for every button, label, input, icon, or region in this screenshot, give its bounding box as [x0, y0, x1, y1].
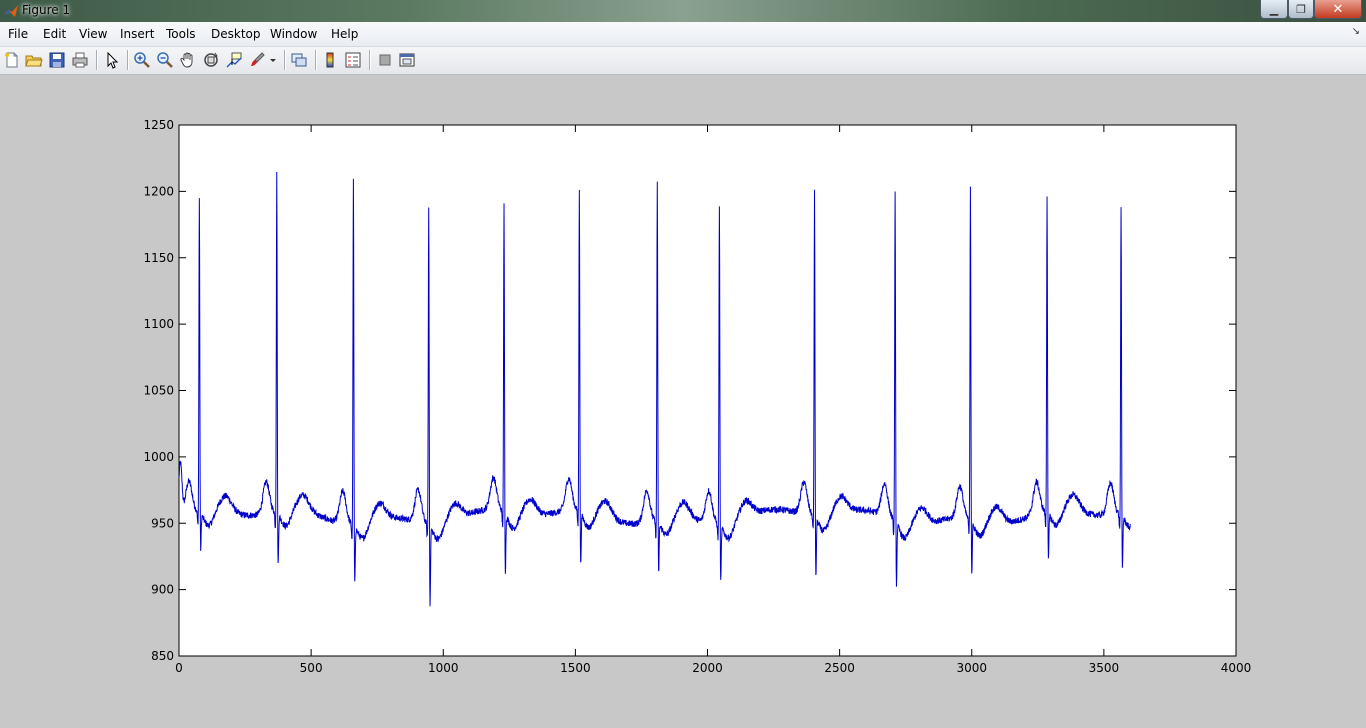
- menu-help[interactable]: Help: [331, 27, 358, 41]
- menu-desktop[interactable]: Desktop: [211, 27, 261, 41]
- y-tick-label: 950: [151, 516, 174, 530]
- toolbar-separator: [315, 50, 316, 70]
- pan-hand-icon[interactable]: [179, 51, 197, 69]
- close-icon: ✕: [1332, 1, 1344, 17]
- window-title: Figure 1: [22, 3, 71, 17]
- minimize-button[interactable]: ▁: [1260, 0, 1288, 19]
- print-icon[interactable]: [71, 51, 89, 69]
- new-figure-icon[interactable]: [3, 51, 21, 69]
- y-tick-label: 1000: [143, 450, 174, 464]
- minimize-icon: ▁: [1269, 2, 1279, 16]
- dock-figure-icon[interactable]: ↘: [1352, 26, 1360, 37]
- menu-tools[interactable]: Tools: [166, 27, 196, 41]
- x-tick-label: 2500: [824, 661, 855, 675]
- brush-icon[interactable]: [248, 51, 266, 69]
- y-tick-label: 1250: [143, 118, 174, 132]
- link-plot-icon[interactable]: [290, 51, 308, 69]
- show-plot-tools-icon[interactable]: [398, 51, 416, 69]
- y-tick-label: 1050: [143, 384, 174, 398]
- insert-legend-icon[interactable]: [344, 51, 362, 69]
- toolbar-separator: [127, 50, 128, 70]
- data-cursor-icon[interactable]: [225, 51, 243, 69]
- toolbar-separator: [284, 50, 285, 70]
- menu-view[interactable]: View: [79, 27, 107, 41]
- x-tick-label: 0: [175, 661, 183, 675]
- save-icon[interactable]: [48, 51, 66, 69]
- close-button[interactable]: ✕: [1314, 0, 1362, 19]
- y-tick-label: 1200: [143, 184, 174, 198]
- maximize-icon: ❐: [1296, 2, 1306, 16]
- open-file-icon[interactable]: [25, 51, 43, 69]
- menu-edit[interactable]: Edit: [43, 27, 66, 41]
- y-tick-label: 1100: [143, 317, 174, 331]
- y-tick-label: 900: [151, 583, 174, 597]
- menu-window[interactable]: Window: [270, 27, 317, 41]
- axes-background[interactable]: [178, 124, 1237, 657]
- plot-svg: 0 500 1000 1500 2000 2500 3000 3500 4000 850 900 9…: [143, 118, 1251, 675]
- x-tick-label: 2000: [692, 661, 723, 675]
- y-tick-labels: 850 900 950 1000 1050 1100 1150 1200 1250: [143, 118, 174, 663]
- toolbar-separator: [369, 50, 370, 70]
- rotate-3d-icon[interactable]: [202, 51, 220, 69]
- menu-insert[interactable]: Insert: [120, 27, 154, 41]
- x-tick-label: 4000: [1221, 661, 1252, 675]
- x-tick-label: 1000: [428, 661, 459, 675]
- x-tick-label: 1500: [560, 661, 591, 675]
- figure-canvas[interactable]: 0 500 1000 1500 2000 2500 3000 3500 4000 850 900 9…: [0, 75, 1366, 728]
- x-tick-label: 3000: [956, 661, 987, 675]
- x-tick-label: 500: [300, 661, 323, 675]
- insert-colorbar-icon[interactable]: [321, 51, 339, 69]
- x-tick-label: 3500: [1089, 661, 1120, 675]
- figure-toolbar: [0, 47, 1366, 75]
- zoom-out-icon[interactable]: [156, 51, 174, 69]
- x-tick-labels: 0 500 1000 1500 2000 2500 3000 3500 4000: [175, 661, 1251, 675]
- y-tick-label: 850: [151, 649, 174, 663]
- zoom-in-icon[interactable]: [133, 51, 151, 69]
- toolbar-separator: [96, 50, 97, 70]
- title-bar[interactable]: Figure 1 ▁ ❐ ✕: [0, 0, 1366, 22]
- hide-plot-tools-icon[interactable]: [376, 51, 394, 69]
- chevron-down-icon[interactable]: [268, 51, 278, 69]
- y-tick-label: 1150: [143, 251, 174, 265]
- matlab-logo-icon: [4, 5, 18, 17]
- maximize-button[interactable]: ❐: [1288, 0, 1314, 19]
- edit-plot-arrow-icon[interactable]: [103, 51, 121, 69]
- menu-file[interactable]: File: [8, 27, 28, 41]
- menu-bar: File Edit View Insert Tools Desktop Wind…: [0, 22, 1366, 47]
